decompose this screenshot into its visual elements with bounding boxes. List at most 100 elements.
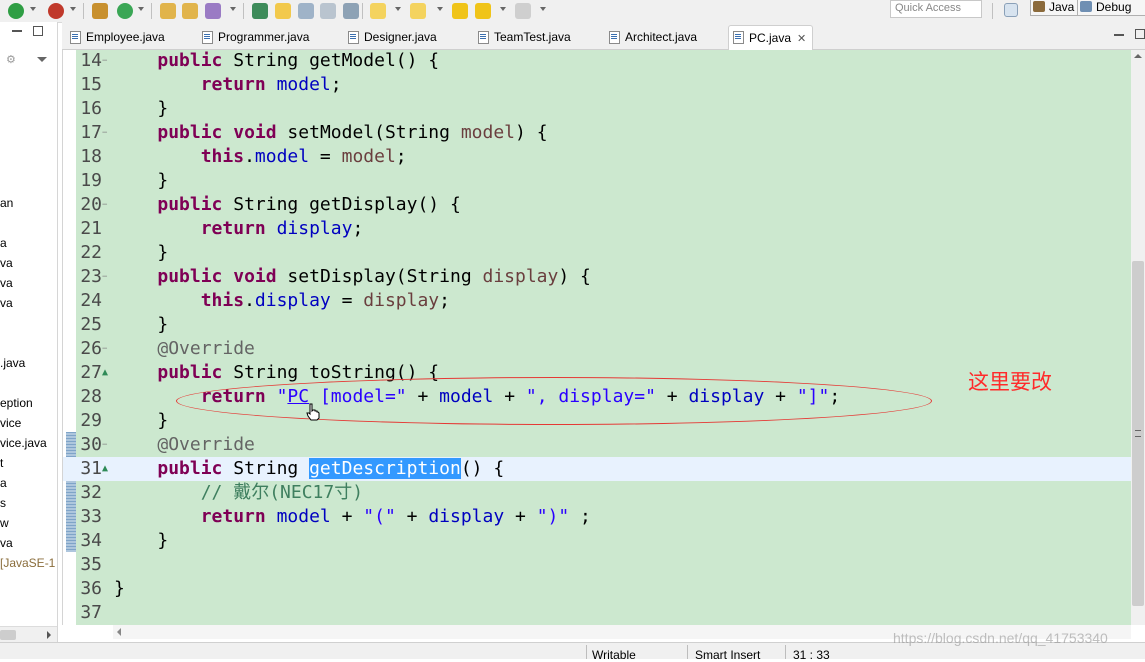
fold-toggle-icon[interactable]: − [102, 193, 112, 217]
tree-item[interactable]: vice.java [0, 436, 47, 450]
tab-architect-java[interactable]: Architect.java [605, 26, 697, 48]
toggle-breadcrumb-icon[interactable] [252, 3, 268, 19]
tree-item[interactable]: a [0, 236, 7, 250]
maximize-editor-icon[interactable] [1135, 29, 1145, 39]
search-dropdown-icon[interactable] [230, 7, 236, 11]
tree-item[interactable]: an [0, 196, 13, 210]
code-editor[interactable]: 14− public String getModel() {15 return … [62, 50, 1132, 625]
tree-item[interactable]: .java [0, 356, 25, 370]
tree-item[interactable]: va [0, 536, 13, 550]
tree-item[interactable]: eption [0, 396, 33, 410]
block-selection-icon[interactable] [298, 3, 314, 19]
run-icon[interactable] [8, 3, 24, 19]
code-line[interactable]: 23− public void setDisplay(String displa… [63, 265, 1132, 289]
insert-mode-status[interactable]: Smart Insert [695, 649, 760, 661]
code-line[interactable]: 35 [63, 553, 1132, 577]
fold-toggle-icon[interactable]: − [102, 265, 112, 289]
code-line[interactable]: 14− public String getModel() { [63, 50, 1132, 73]
view-menu-icon[interactable] [37, 57, 47, 62]
back-dropdown-icon[interactable] [500, 7, 506, 11]
tree-item[interactable]: w [0, 516, 9, 530]
new-class-dropdown-icon[interactable] [138, 7, 144, 11]
code-line[interactable]: 26− @Override [63, 337, 1132, 361]
debug-dropdown-icon[interactable] [70, 7, 76, 11]
tab-teamtest-java[interactable]: TeamTest.java [474, 26, 571, 48]
tab-designer-java[interactable]: Designer.java [344, 26, 437, 48]
code-line[interactable]: 21 return display; [63, 217, 1132, 241]
quick-access-field[interactable]: Quick Access [890, 0, 982, 18]
tab-programmer-java[interactable]: Programmer.java [198, 26, 309, 48]
maximize-view-icon[interactable] [33, 26, 43, 36]
editor-vertical-scrollbar[interactable] [1131, 50, 1145, 625]
previous-annotation-dropdown-icon[interactable] [437, 7, 443, 11]
code-line[interactable]: 22 } [63, 241, 1132, 265]
code-line[interactable]: 15 return model; [63, 73, 1132, 97]
code-line[interactable]: 33 return model + "(" + display + ")" ; [63, 505, 1132, 529]
open-type-icon[interactable] [160, 3, 176, 19]
forward-icon[interactable] [515, 3, 531, 19]
jre-library-item[interactable]: [JavaSE-1 [0, 556, 55, 570]
code-token: display [363, 290, 440, 311]
scroll-right-icon[interactable] [47, 631, 51, 639]
code-line[interactable]: 24 this.display = display; [63, 289, 1132, 313]
tree-item[interactable]: va [0, 296, 13, 310]
tree-item[interactable]: s [0, 496, 6, 510]
tree-item[interactable]: va [0, 256, 13, 270]
code-line[interactable]: 32 // 戴尔(NEC17寸) [63, 481, 1132, 505]
forward-dropdown-icon[interactable] [540, 7, 546, 11]
back-history-icon[interactable] [475, 3, 491, 19]
code-line[interactable]: 25 } [63, 313, 1132, 337]
debug-icon[interactable] [48, 3, 64, 19]
debug-perspective-button[interactable]: Debug [1077, 0, 1145, 16]
minimize-view-icon[interactable] [12, 30, 22, 32]
toolbar-separator [83, 3, 84, 19]
tab-employee-java[interactable]: Employee.java [66, 26, 165, 48]
code-line[interactable]: 31 ▲ public String getDescription() { [63, 457, 1132, 481]
scroll-left-icon[interactable] [117, 628, 121, 636]
fold-toggle-icon[interactable]: − [102, 121, 112, 145]
code-token: "(" [363, 506, 396, 527]
code-line[interactable]: 30− @Override [63, 433, 1132, 457]
override-marker-icon[interactable]: ▲ [102, 361, 112, 385]
search-icon[interactable] [205, 3, 221, 19]
open-resource-icon[interactable] [182, 3, 198, 19]
minimize-editor-icon[interactable] [1114, 34, 1124, 36]
scrollbar-thumb[interactable] [0, 630, 16, 640]
explorer-horizontal-scrollbar[interactable] [0, 626, 57, 642]
annotation-ellipse [176, 377, 932, 425]
next-annotation-icon[interactable] [370, 3, 386, 19]
fold-toggle-icon[interactable]: − [102, 50, 112, 73]
java-file-icon [733, 31, 744, 44]
scroll-up-icon[interactable] [1134, 54, 1142, 58]
tree-item[interactable]: vice [0, 416, 21, 430]
override-marker-icon[interactable]: ▲ [102, 457, 112, 481]
code-line[interactable]: 18 this.model = model; [63, 145, 1132, 169]
code-line[interactable]: 17− public void setModel(String model) { [63, 121, 1132, 145]
run-dropdown-icon[interactable] [30, 7, 36, 11]
pin-editor-icon[interactable] [343, 3, 359, 19]
code-line[interactable]: 20− public String getDisplay() { [63, 193, 1132, 217]
show-whitespace-icon[interactable] [320, 3, 336, 19]
code-line[interactable]: 19 } [63, 169, 1132, 193]
back-icon[interactable] [452, 3, 468, 19]
new-class-icon[interactable] [117, 3, 133, 19]
fold-toggle-icon[interactable]: − [102, 433, 112, 457]
mark-occurrences-icon[interactable] [275, 3, 291, 19]
tree-item[interactable]: va [0, 276, 13, 290]
open-perspective-icon[interactable] [1004, 3, 1018, 17]
previous-annotation-icon[interactable] [410, 3, 426, 19]
next-annotation-dropdown-icon[interactable] [395, 7, 401, 11]
tree-item[interactable]: t [0, 456, 3, 470]
link-with-editor-icon[interactable]: ⚙ [6, 54, 20, 66]
code-line[interactable]: 37 [63, 601, 1132, 625]
fold-toggle-icon[interactable]: − [102, 337, 112, 361]
code-line[interactable]: 34 } [63, 529, 1132, 553]
close-tab-icon[interactable]: ✕ [797, 33, 806, 45]
tab-pc-java[interactable]: PC.java ✕ [728, 25, 814, 50]
code-line[interactable]: 36} [63, 577, 1132, 601]
code-line[interactable]: 16 } [63, 97, 1132, 121]
tree-item[interactable]: a [0, 476, 7, 490]
new-package-icon[interactable] [92, 3, 108, 19]
